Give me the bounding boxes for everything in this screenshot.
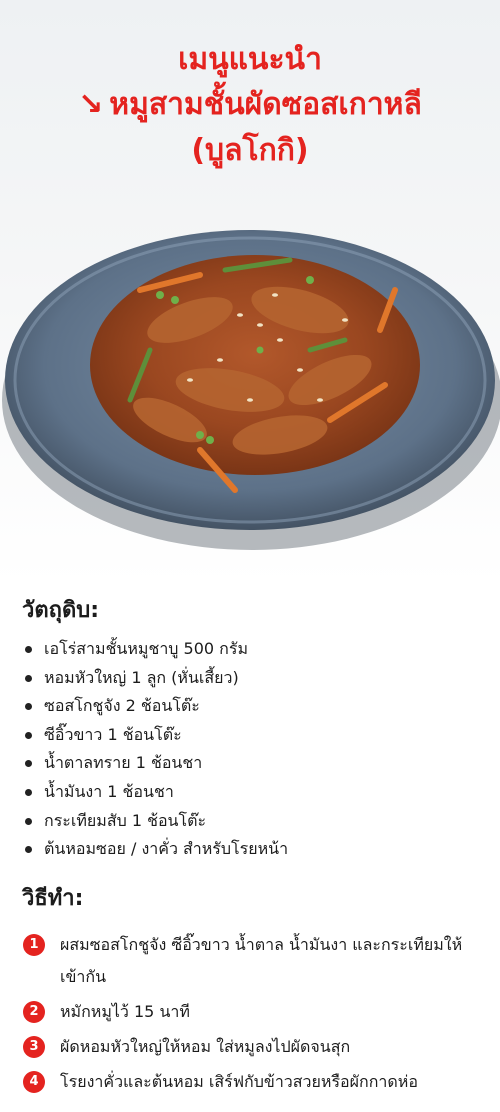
bullet-icon: [25, 846, 32, 854]
dish-photo: [0, 200, 500, 560]
list-item: หอมหัวใหญ่ 1 ลูก (หั่นเสี้ยว): [22, 664, 482, 693]
title-dish-row: ↘ หมูสามชั้นผัดซอสเกาหลี: [78, 82, 422, 128]
arrow-down-right-icon: ↘: [78, 87, 104, 122]
method-steps: 1 ผสมซอสโกชูจัง ซีอิ๊วขาว น้ำตาล น้ำมันงา…: [22, 929, 482, 1098]
list-item: น้ำตาลทราย 1 ช้อนชา: [22, 749, 482, 778]
title-recommended: เมนูแนะนำ: [178, 42, 322, 77]
list-item: ซอสโกชูจัง 2 ช้อนโต๊ะ: [22, 692, 482, 721]
recipe-title: เมนูแนะนำ ↘ หมูสามชั้นผัดซอสเกาหลี (บูลโ…: [0, 30, 500, 174]
step-number-badge: 1: [23, 934, 45, 956]
bullet-icon: [25, 760, 32, 768]
method-title: วิธีทำ:: [22, 886, 84, 911]
bullet-icon: [25, 817, 32, 825]
step-number-badge: 3: [23, 1036, 45, 1058]
bullet-icon: [25, 703, 32, 711]
step-number-badge: 2: [23, 1001, 45, 1023]
ingredients-list: เอโร่สามชั้นหมูชาบู 500 กรัม หอมหัวใหญ่ …: [22, 635, 482, 864]
list-item: ซีอิ๊วขาว 1 ช้อนโต๊ะ: [22, 721, 482, 750]
step-number-badge: 4: [23, 1071, 45, 1093]
title-dish-subname: (บูลโกกิ): [191, 133, 309, 168]
step-item: 1 ผสมซอสโกชูจัง ซีอิ๊วขาว น้ำตาล น้ำมันงา…: [22, 929, 482, 993]
ingredients-section: วัตถุดิบ: เอโร่สามชั้นหมูชาบู 500 กรัม ห…: [22, 592, 482, 864]
bullet-icon: [25, 731, 32, 739]
step-item: 2 หมักหมูไว้ 15 นาที: [22, 996, 482, 1028]
step-item: 3 ผัดหอมหัวใหญ่ให้หอม ใส่หมูลงไปผัดจนสุก: [22, 1031, 482, 1063]
bullet-icon: [25, 674, 32, 682]
list-item: น้ำมันงา 1 ช้อนชา: [22, 778, 482, 807]
method-section: วิธีทำ: 1 ผสมซอสโกชูจัง ซีอิ๊วขาว น้ำตาล …: [22, 880, 482, 1101]
step-text: ผัดหอมหัวใหญ่ให้หอม ใส่หมูลงไปผัดจนสุก: [60, 1037, 351, 1056]
bullet-icon: [25, 788, 32, 796]
ingredients-title: วัตถุดิบ:: [22, 598, 100, 623]
list-item: เอโร่สามชั้นหมูชาบู 500 กรัม: [22, 635, 482, 664]
bullet-icon: [25, 646, 32, 653]
step-text: ผสมซอสโกชูจัง ซีอิ๊วขาว น้ำตาล น้ำมันงา …: [60, 935, 463, 986]
title-dish-name: หมูสามชั้นผัดซอสเกาหลี: [109, 87, 422, 122]
list-item: ต้นหอมซอย / งาคั่ว สำหรับโรยหน้า: [22, 835, 482, 864]
bulgogi-plate-illustration: [2, 230, 500, 550]
step-text: หมักหมูไว้ 15 นาที: [60, 1002, 190, 1021]
step-text: โรยงาคั่วและต้นหอม เสิร์ฟกับข้าวสวยหรือผ…: [60, 1072, 418, 1091]
list-item: กระเทียมสับ 1 ช้อนโต๊ะ: [22, 807, 482, 836]
step-item: 4 โรยงาคั่วและต้นหอม เสิร์ฟกับข้าวสวยหรือ…: [22, 1066, 482, 1098]
